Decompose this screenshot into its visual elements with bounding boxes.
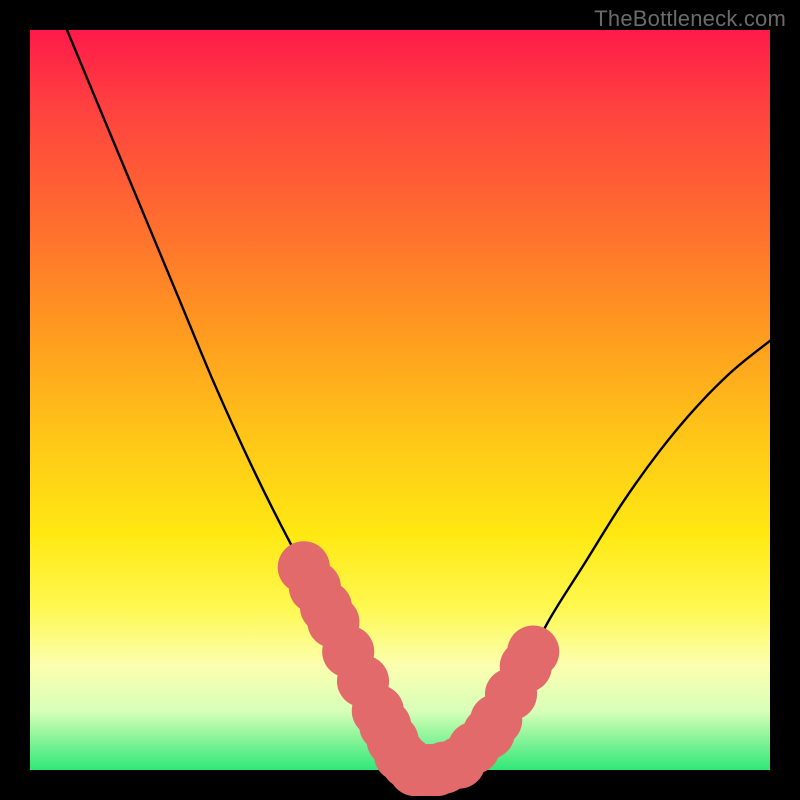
bottleneck-curve (67, 30, 770, 771)
chart-svg (30, 30, 770, 770)
curve-dot (507, 626, 559, 678)
watermark-text: TheBottleneck.com (594, 6, 786, 32)
curve-dots (278, 541, 559, 796)
chart-plot-area (30, 30, 770, 770)
